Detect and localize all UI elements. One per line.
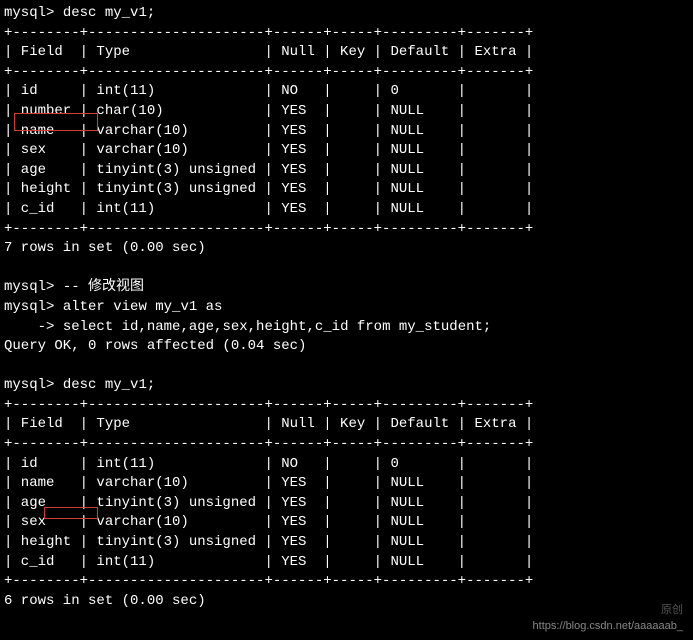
table-row: | id | int(11) | NO | | 0 | | <box>4 455 689 475</box>
watermark-label: 原创 <box>661 603 683 618</box>
blank-line <box>4 259 689 279</box>
table-border: +--------+---------------------+------+-… <box>4 396 689 416</box>
prompt-line[interactable]: mysql> desc my_v1; <box>4 376 689 396</box>
table-row: | height | tinyint(3) unsigned | YES | |… <box>4 533 689 553</box>
table-row: | sex | varchar(10) | YES | | NULL | | <box>4 141 689 161</box>
table-row: | age | tinyint(3) unsigned | YES | | NU… <box>4 161 689 181</box>
table-border: +--------+---------------------+------+-… <box>4 572 689 592</box>
table-row: | sex | varchar(10) | YES | | NULL | | <box>4 513 689 533</box>
blank-line <box>4 357 689 377</box>
table-border: +--------+---------------------+------+-… <box>4 220 689 240</box>
table-border: +--------+---------------------+------+-… <box>4 63 689 83</box>
watermark-url: https://blog.csdn.net/aaaaaab_ <box>533 619 683 634</box>
table-row: | name | varchar(10) | YES | | NULL | | <box>4 122 689 142</box>
table-header: | Field | Type | Null | Key | Default | … <box>4 43 689 63</box>
table-row: | height | tinyint(3) unsigned | YES | |… <box>4 180 689 200</box>
table-border: +--------+---------------------+------+-… <box>4 24 689 44</box>
table-row: | name | varchar(10) | YES | | NULL | | <box>4 474 689 494</box>
result-info: Query OK, 0 rows affected (0.04 sec) <box>4 337 689 357</box>
table-row: | age | tinyint(3) unsigned | YES | | NU… <box>4 494 689 514</box>
table-header: | Field | Type | Null | Key | Default | … <box>4 415 689 435</box>
table-row: | number | char(10) | YES | | NULL | | <box>4 102 689 122</box>
prompt-line[interactable]: mysql> -- 修改视图 <box>4 278 689 298</box>
continuation-line[interactable]: -> select id,name,age,sex,height,c_id fr… <box>4 318 689 338</box>
result-info: 6 rows in set (0.00 sec) <box>4 592 689 612</box>
table-row: | c_id | int(11) | YES | | NULL | | <box>4 200 689 220</box>
result-info: 7 rows in set (0.00 sec) <box>4 239 689 259</box>
table-row: | c_id | int(11) | YES | | NULL | | <box>4 553 689 573</box>
terminal-output: mysql> desc my_v1; +--------+-----------… <box>4 4 689 611</box>
prompt-line[interactable]: mysql> desc my_v1; <box>4 4 689 24</box>
table-row: | id | int(11) | NO | | 0 | | <box>4 82 689 102</box>
prompt-line[interactable]: mysql> alter view my_v1 as <box>4 298 689 318</box>
table-border: +--------+---------------------+------+-… <box>4 435 689 455</box>
